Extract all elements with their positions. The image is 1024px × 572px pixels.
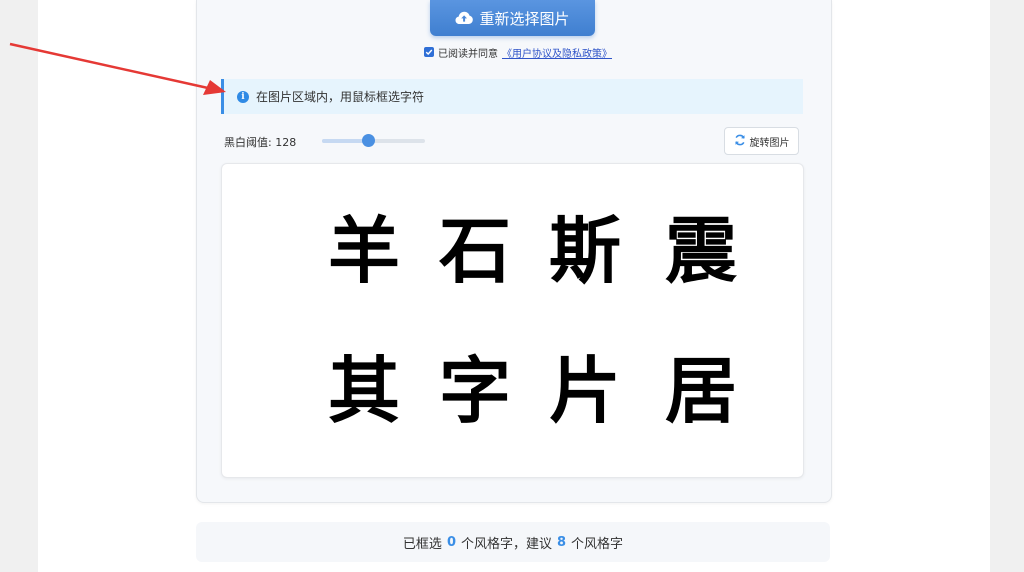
selection-status-bar: 已框选 0 个风格字，建议 8 个风格字	[196, 522, 830, 562]
calligraphy-image-area[interactable]: 羊 石 斯 震 其 字 片 居	[221, 163, 804, 478]
status-middle: 个风格字，建议	[460, 536, 552, 552]
reselect-image-label: 重新选择图片	[479, 9, 570, 28]
rotate-image-label: 旋转图片	[749, 137, 790, 149]
suggested-count: 8	[557, 534, 567, 550]
calligraphy-character[interactable]: 震	[656, 206, 746, 296]
agreement-row: 已阅读并同意 《用户协议及隐私政策》	[424, 45, 612, 60]
rotate-image-button[interactable]: 旋转图片	[724, 127, 799, 155]
selection-tip-text: 在图片区域内，用鼠标框选字符	[256, 90, 425, 104]
threshold-label-text: 黑白阈值:	[224, 136, 272, 149]
threshold-slider[interactable]	[322, 134, 425, 147]
selection-tip: i 在图片区域内，用鼠标框选字符	[221, 79, 803, 114]
reselect-image-button[interactable]: 重新选择图片	[430, 0, 595, 36]
refresh-icon	[734, 134, 746, 149]
status-prefix: 已框选	[402, 536, 442, 552]
agreement-checkbox[interactable]	[424, 47, 434, 57]
agreement-link[interactable]: 《用户协议及隐私政策》	[502, 45, 612, 60]
threshold-label: 黑白阈值: 128	[224, 134, 296, 150]
calligraphy-character[interactable]: 片	[540, 346, 630, 436]
cloud-upload-icon	[455, 11, 474, 25]
calligraphy-character[interactable]: 字	[430, 346, 520, 436]
agreement-text: 已阅读并同意	[438, 48, 498, 60]
calligraphy-character[interactable]: 羊	[319, 206, 409, 296]
info-icon: i	[237, 90, 249, 103]
calligraphy-character[interactable]: 居	[656, 346, 746, 436]
threshold-value: 128	[275, 136, 297, 149]
calligraphy-character[interactable]: 石	[430, 206, 520, 296]
status-suffix: 个风格字	[571, 536, 624, 552]
selected-count: 0	[446, 534, 456, 550]
calligraphy-character[interactable]: 其	[319, 346, 409, 436]
calligraphy-character[interactable]: 斯	[540, 206, 630, 296]
